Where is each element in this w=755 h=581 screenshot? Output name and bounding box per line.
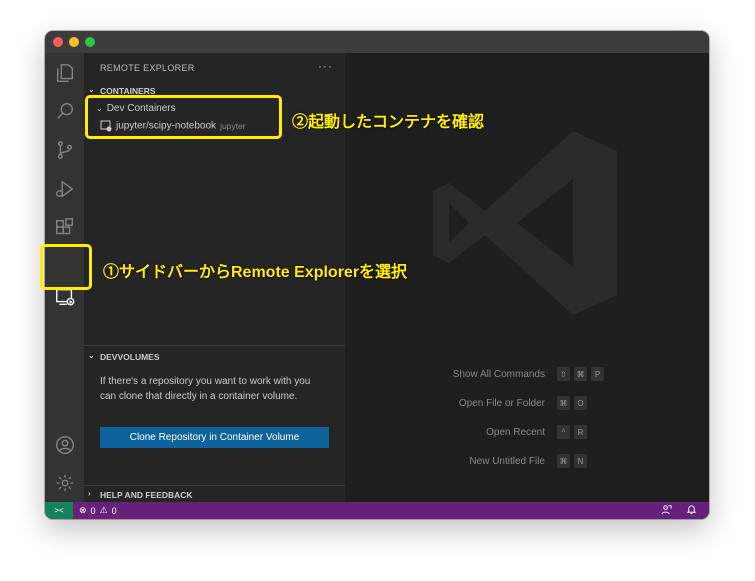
notifications-bell-icon[interactable] xyxy=(686,504,697,517)
chevron-right-icon: › xyxy=(88,489,91,498)
shortcut-show-all-commands: Show All Commands ⇧ ⌘ P xyxy=(345,367,709,383)
warning-count: 0 xyxy=(111,505,117,516)
callout-step1-text: ①サイドバーからRemote Explorerを選択 xyxy=(103,264,408,281)
explorer-icon[interactable] xyxy=(49,57,80,88)
shortcut-new-untitled-file: New Untitled File ⌘ N xyxy=(345,454,709,470)
o-key: O xyxy=(574,396,587,410)
section-divider xyxy=(84,345,345,346)
error-icon: ⊗ xyxy=(79,505,87,515)
ctrl-key: ^ xyxy=(557,425,570,439)
n-key: N xyxy=(574,454,587,468)
run-debug-icon[interactable] xyxy=(49,173,80,204)
search-icon[interactable] xyxy=(49,95,80,126)
clone-repository-button[interactable]: Clone Repository in Container Volume xyxy=(100,427,329,448)
r-key: R xyxy=(574,425,587,439)
accounts-icon[interactable] xyxy=(49,429,80,460)
error-count: 0 xyxy=(90,505,96,516)
close-window-button[interactable] xyxy=(53,37,63,47)
extensions-icon[interactable] xyxy=(49,212,80,243)
shift-key: ⇧ xyxy=(557,367,570,381)
chevron-down-icon: ⌄ xyxy=(88,85,95,94)
maximize-window-button[interactable] xyxy=(85,37,95,47)
help-feedback-section-header[interactable]: › HELP AND FEEDBACK xyxy=(84,487,345,503)
chevron-down-icon: ⌄ xyxy=(88,351,95,360)
problems-indicator[interactable]: ⊗ 0 ⚠ 0 xyxy=(79,505,117,516)
sidebar-title: REMOTE EXPLORER xyxy=(100,63,195,73)
feedback-icon[interactable] xyxy=(661,504,672,517)
callout-box-containers xyxy=(85,95,282,139)
p-key: P xyxy=(591,367,604,381)
callout-step2-text: ②起動したコンテナを確認 xyxy=(292,114,485,131)
callout-box-remote-explorer xyxy=(40,244,92,290)
vscode-watermark-icon xyxy=(433,131,617,315)
devvolumes-description: If there's a repository you want to work… xyxy=(100,376,311,402)
source-control-icon[interactable] xyxy=(49,134,80,165)
status-bar: >< ⊗ 0 ⚠ 0 xyxy=(45,502,709,519)
section-divider xyxy=(84,485,345,486)
shortcut-open-recent: Open Recent ^ R xyxy=(345,425,709,441)
warning-icon: ⚠ xyxy=(99,505,108,515)
minimize-window-button[interactable] xyxy=(69,37,79,47)
more-actions-icon[interactable]: ··· xyxy=(318,59,333,73)
settings-gear-icon[interactable] xyxy=(49,467,80,498)
remote-icon: >< xyxy=(54,506,64,515)
devvolumes-section-header[interactable]: ⌄ DEVVOLUMES xyxy=(84,349,345,365)
cmd-key: ⌘ xyxy=(557,396,570,410)
title-bar xyxy=(45,31,709,53)
cmd-key: ⌘ xyxy=(574,367,587,381)
cmd-key: ⌘ xyxy=(557,454,570,468)
remote-indicator[interactable]: >< xyxy=(45,502,73,519)
shortcut-open-file-folder: Open File or Folder ⌘ O xyxy=(345,396,709,412)
